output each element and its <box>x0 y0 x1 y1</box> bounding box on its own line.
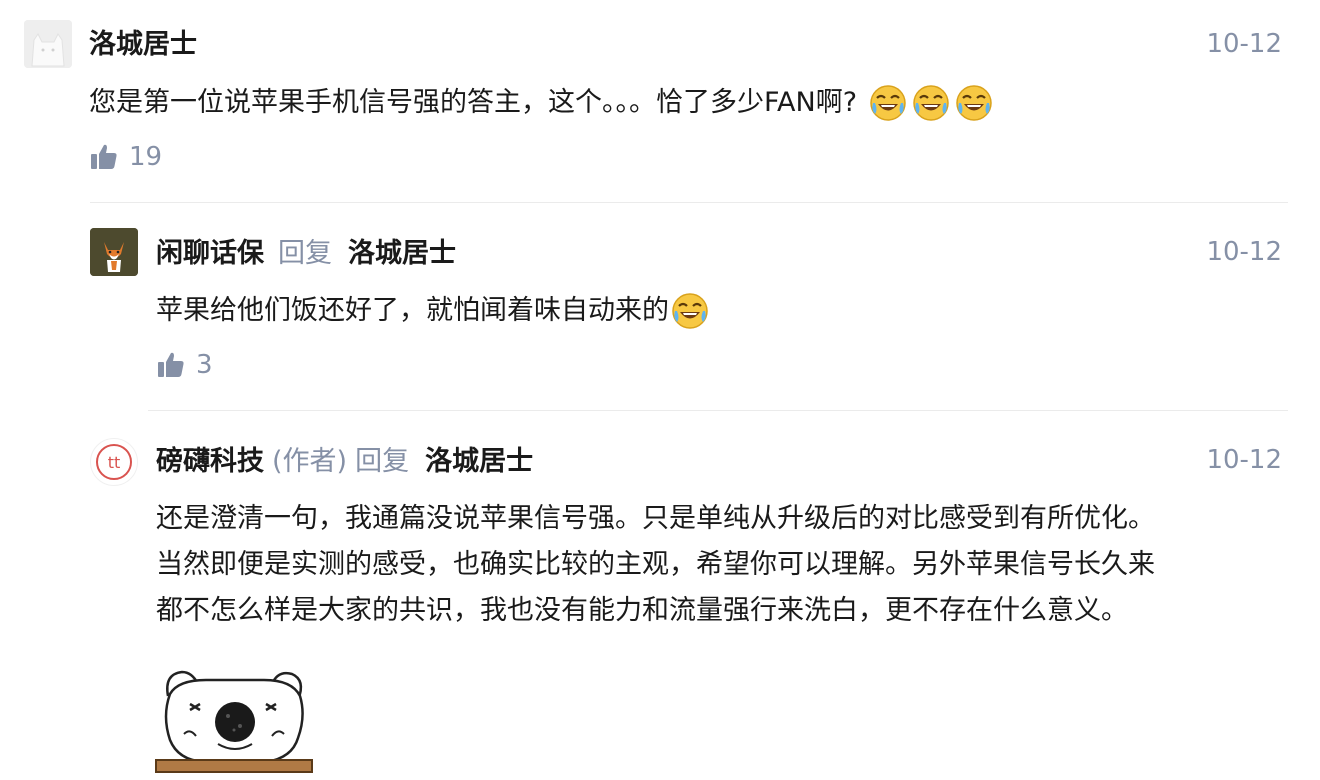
comment-time: 10-12 <box>1206 29 1282 59</box>
reply-label: 回复 <box>278 238 332 269</box>
comment-header: 洛城居士 <box>89 23 197 67</box>
avatar[interactable] <box>90 228 138 276</box>
reply-label: 回复 <box>355 446 410 477</box>
avatar[interactable]: tt <box>90 438 138 486</box>
tt-logo-avatar-icon: tt <box>96 444 132 480</box>
comment-text-line: 还是澄清一句，我通篇没说苹果信号强。只是单纯从升级后的对比感受到有所优化。 <box>156 503 1155 534</box>
author-name[interactable]: 闲聊话保 <box>156 232 264 276</box>
laughing-tears-emoji-icon <box>672 293 708 329</box>
author-name[interactable]: 磅礴科技 <box>156 440 264 484</box>
comment-content: 您是第一位说苹果手机信号强的答主，这个。。。恰了多少FAN啊? <box>89 80 994 126</box>
default-avatar-icon <box>24 20 72 68</box>
like-button[interactable]: 19 <box>89 142 162 172</box>
laughing-tears-emoji-icon <box>956 85 992 121</box>
like-count: 3 <box>196 350 213 380</box>
reply-target[interactable]: 洛城居士 <box>425 440 533 484</box>
like-button[interactable]: 3 <box>156 350 213 380</box>
comment-text: 苹果给他们饭还好了，就怕闻着味自动来的 <box>156 295 669 326</box>
comment-item: 闲聊话保 回复 洛城居士 10-12 苹果给他们饭还好了，就怕闻着味自动来的 3 <box>0 210 1320 410</box>
divider <box>90 202 1288 203</box>
comment-time: 10-12 <box>1206 445 1282 475</box>
comment-text-line: 当然即便是实测的感受，也确实比较的主观，希望你可以理解。另外苹果信号长久来 <box>156 549 1155 580</box>
logo-text: tt <box>108 453 121 472</box>
like-count: 19 <box>129 142 163 172</box>
laughing-tears-emoji-icon <box>913 85 949 121</box>
comment-content: 苹果给他们饭还好了，就怕闻着味自动来的 <box>156 288 710 334</box>
fox-avatar-icon <box>90 228 138 276</box>
reply-target[interactable]: 洛城居士 <box>348 232 456 276</box>
laughing-tears-emoji-icon <box>870 85 906 121</box>
comment-item: tt 磅礴科技 (作者) 回复 洛城居士 10-12 还是澄清一句，我通篇没说苹… <box>0 418 1320 780</box>
comment-header: 闲聊话保 回复 洛城居士 <box>156 232 456 276</box>
comment-thread: 洛城居士 10-12 您是第一位说苹果手机信号强的答主，这个。。。恰了多少FAN… <box>0 0 1320 780</box>
avatar[interactable] <box>24 20 72 68</box>
thumbs-up-icon <box>91 144 117 169</box>
author-name[interactable]: 洛城居士 <box>89 23 197 67</box>
comment-time: 10-12 <box>1206 237 1282 267</box>
author-tag: (作者) <box>272 446 348 477</box>
comment-text: 您是第一位说苹果手机信号强的答主，这个。。。恰了多少FAN啊? <box>89 87 858 118</box>
comment-header: 磅礴科技 (作者) 回复 洛城居士 <box>156 440 533 484</box>
comment-text-line: 都不怎么样是大家的共识，我也没有能力和流量强行来洗白，更不存在什么意义。 <box>156 595 1128 626</box>
thumbs-up-icon <box>158 352 184 377</box>
comment-item: 洛城居士 10-12 您是第一位说苹果手机信号强的答主，这个。。。恰了多少FAN… <box>0 0 1320 202</box>
divider <box>148 410 1288 411</box>
comment-content: 还是澄清一句，我通篇没说苹果信号强。只是单纯从升级后的对比感受到有所优化。 当然… <box>156 496 1286 634</box>
pig-sticker-icon <box>155 670 313 773</box>
